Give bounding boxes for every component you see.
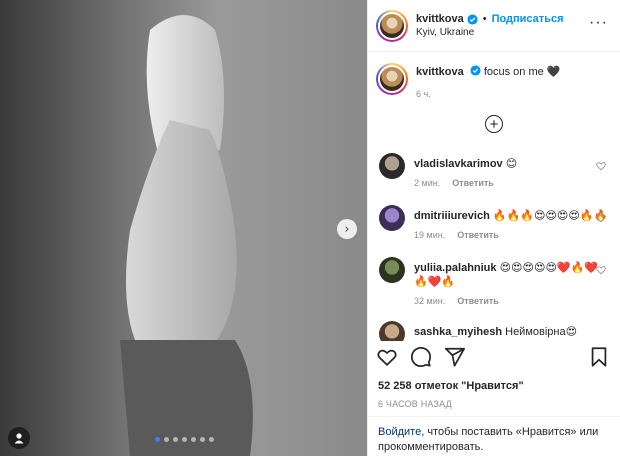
comment-username[interactable]: yuliia.palahniuk	[414, 262, 497, 274]
plus-icon[interactable]: +	[485, 115, 503, 133]
post-actions	[376, 346, 610, 368]
divider	[368, 416, 620, 417]
comment-time: 19 мин.	[414, 230, 446, 240]
carousel-dot	[164, 437, 169, 442]
comment-time: 2 мин.	[414, 178, 441, 188]
carousel-dot	[191, 437, 196, 442]
comment-text: Неймовірна😍	[502, 326, 578, 338]
tagged-user-button[interactable]	[8, 427, 30, 449]
comment-username[interactable]: dmitriiiurevich	[414, 210, 490, 222]
post-caption: kvittkova focus on me 🖤 6 ч.	[368, 53, 620, 101]
carousel-dot	[155, 437, 160, 442]
post-header: kvittkova • Подписаться Kyiv, Ukraine ··…	[368, 0, 620, 52]
comment-text: 🔥🔥🔥😍😍😍😍🔥🔥	[489, 210, 608, 222]
caption-avatar[interactable]	[376, 63, 408, 95]
reply-button[interactable]: Ответить	[457, 296, 499, 306]
comment-icon[interactable]	[410, 346, 432, 368]
carousel-dot	[173, 437, 178, 442]
like-icon[interactable]	[376, 346, 398, 368]
post-side-panel: kvittkova • Подписаться Kyiv, Ukraine ··…	[367, 0, 620, 456]
comment-avatar[interactable]	[379, 205, 405, 231]
comment-avatar[interactable]	[379, 153, 405, 179]
comment-avatar[interactable]	[379, 321, 405, 341]
caption-text: focus on me 🖤	[480, 66, 561, 78]
follow-button[interactable]: Подписаться	[492, 13, 564, 25]
likes-count[interactable]: 52 258 отметок "Нравится"	[378, 380, 524, 392]
verified-icon	[467, 13, 478, 25]
comment-item: sashka_myihesh Неймовірна😍	[368, 321, 620, 341]
share-icon[interactable]	[444, 346, 466, 368]
author-avatar[interactable]	[376, 9, 408, 42]
carousel-indicator	[155, 437, 214, 442]
more-options-icon[interactable]: ···	[589, 14, 608, 32]
carousel-dot	[200, 437, 205, 442]
load-more-comments[interactable]: +	[368, 115, 620, 133]
comments-list[interactable]: kvittkova focus on me 🖤 6 ч. + vladislav…	[368, 53, 620, 341]
carousel-dot	[209, 437, 214, 442]
verified-icon	[470, 65, 481, 76]
like-comment-icon[interactable]	[596, 161, 606, 171]
login-prompt: Войдите, чтобы поставить «Нравится» или …	[378, 425, 612, 455]
post-photo[interactable]: ›	[0, 0, 367, 456]
post-timestamp[interactable]: 6 ЧАСОВ НАЗАД	[378, 399, 452, 409]
like-comment-icon[interactable]	[596, 265, 606, 275]
bookmark-icon[interactable]	[588, 346, 610, 368]
reply-button[interactable]: Ответить	[457, 230, 499, 240]
next-photo-button[interactable]: ›	[337, 219, 357, 239]
comment-item: dmitriiiurevich 🔥🔥🔥😍😍😍😍🔥🔥 19 мин. Ответит…	[368, 205, 620, 242]
login-link[interactable]: Войдите	[378, 426, 421, 438]
carousel-dot	[182, 437, 187, 442]
caption-username[interactable]: kvittkova	[416, 66, 464, 78]
separator-bullet: •	[482, 13, 487, 25]
comment-time: 32 мин.	[414, 296, 446, 306]
caption-time: 6 ч.	[416, 89, 431, 99]
comment-username[interactable]: vladislavkarimov	[414, 158, 503, 170]
reply-button[interactable]: Ответить	[452, 178, 494, 188]
comment-avatar[interactable]	[379, 257, 405, 283]
comment-username[interactable]: sashka_myihesh	[414, 326, 502, 338]
post-location[interactable]: Kyiv, Ukraine	[416, 27, 564, 38]
comment-item: vladislavkarimov 😊 2 мин. Ответить	[368, 153, 620, 190]
user-icon	[14, 433, 24, 444]
photo-figure	[120, 15, 253, 456]
author-username[interactable]: kvittkova	[416, 13, 464, 25]
comment-item: yuliia.palahniuk 😍😍😍😍😍❤️🔥❤️🔥❤️🔥 32 мин. О…	[368, 257, 620, 308]
like-comment-icon[interactable]	[596, 213, 606, 223]
comment-text: 😊	[502, 158, 518, 170]
